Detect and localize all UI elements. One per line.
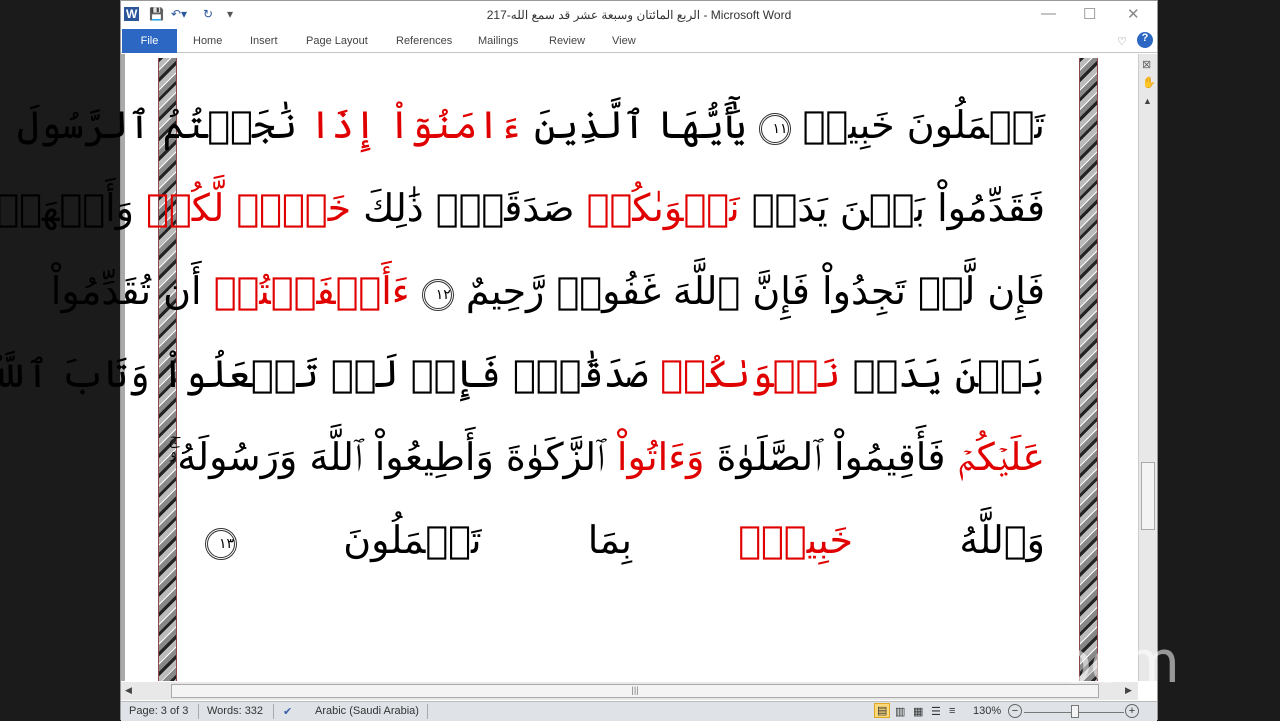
- text-line[interactable]: فَقَدِّمُواْ بَيۡنَ يَدَيۡ نَجۡوَىٰكُمۡ …: [0, 167, 1045, 250]
- highlighted-word: ءَامَنُوٓاْ إِذَا: [309, 103, 522, 147]
- maximize-button[interactable]: ☐: [1083, 5, 1096, 23]
- zoom-level[interactable]: 130%: [973, 705, 1001, 717]
- document-area: تَعۡمَلُونَ خَبِيرٞ ١١ يَٰٓأَيُّهَا ٱلَّ…: [0, 54, 1138, 681]
- verse-number-marker: ١١: [758, 112, 791, 145]
- outline-icon[interactable]: ☰: [931, 705, 941, 718]
- text-line[interactable]: بَيۡنَ يَدَيۡ نَجۡوَىٰكُمۡ صَدَقَٰتٖۚ فَ…: [0, 333, 1045, 416]
- word-window: W 💾 ↶▾ ↻ ▾ الربع المائتان وسبعة عشر قد س…: [0, 0, 1158, 721]
- text-segment: وَٱللَّهُ: [853, 518, 1045, 562]
- text-segment: فَقَدِّمُواْ بَيۡنَ يَدَيۡ: [739, 186, 1045, 230]
- horizontal-scrollbar[interactable]: ◀ ||| ▶: [121, 682, 1138, 700]
- tab-file[interactable]: File: [122, 29, 177, 53]
- text-segment: صَدَقَةٗۚ ذَٰلِكَ: [351, 186, 587, 230]
- tab-home[interactable]: Home: [193, 35, 222, 47]
- zoom-in-button[interactable]: +: [1125, 704, 1139, 718]
- page-count[interactable]: Page: 3 of 3: [129, 705, 188, 717]
- tab-mailings[interactable]: Mailings: [478, 35, 518, 47]
- text-segment: صَدَقَٰتٖۚ فَإِذۡ لَمۡ تَفۡعَلُواْ وَتَا…: [0, 352, 661, 396]
- highlighted-word: نَجۡوَىٰكُمۡ: [660, 352, 841, 396]
- document-text[interactable]: تَعۡمَلُونَ خَبِيرٞ ١١ يَٰٓأَيُّهَا ٱلَّ…: [0, 84, 1045, 582]
- zoom-slider-thumb[interactable]: [1071, 705, 1079, 718]
- text-segment: أَن تُقَدِّمُواْ: [50, 269, 214, 313]
- zoom-watermark-logo: zoom: [1028, 628, 1180, 696]
- tab-page-layout[interactable]: Page Layout: [306, 35, 368, 47]
- proofing-check-icon[interactable]: ✔: [283, 705, 292, 718]
- text-line[interactable]: وَٱللَّهُ خَبِيرُۢ بِمَا تَعۡمَلُونَ ١٣: [205, 499, 1045, 582]
- window-title: الربع المائتان وسبعة عشر قد سمع الله-217…: [486, 8, 792, 22]
- text-segment: بَيۡنَ يَدَيۡ: [840, 352, 1045, 396]
- text-segment: تَعۡمَلُونَ خَبِيرٞ: [790, 103, 1045, 147]
- web-layout-icon[interactable]: ▦: [913, 705, 923, 718]
- highlighted-word: لَّكُمۡ: [146, 186, 225, 230]
- text-segment: فَأَقِيمُواْ ٱلصَّلَوٰةَ: [704, 435, 958, 479]
- language-indicator[interactable]: Arabic (Saudi Arabia): [315, 705, 419, 717]
- text-line[interactable]: تَعۡمَلُونَ خَبِيرٞ ١١ يَٰٓأَيُّهَا ٱلَّ…: [17, 84, 1045, 167]
- highlighted-word: ءَأَشۡفَقۡتُمۡ: [213, 269, 410, 313]
- tab-view[interactable]: View: [612, 35, 636, 47]
- text-segment: بِمَا تَعۡمَلُونَ: [237, 518, 739, 562]
- status-bar: Page: 3 of 3 Words: 332 ✔ Arabic (Saudi …: [121, 701, 1157, 721]
- text-segment: [410, 269, 422, 313]
- text-segment: ٱلزَّكَوٰةَ وَأَطِيعُواْ ٱللَّهَ وَرَسُو…: [167, 435, 617, 479]
- highlighted-word: خَيۡرٞ: [236, 186, 352, 230]
- minimize-button[interactable]: —: [1041, 5, 1056, 22]
- highlighted-word: نَجۡوَىٰكُمۡ: [586, 186, 740, 230]
- help-icon[interactable]: ?: [1137, 32, 1153, 48]
- highlighted-word: خَبِيرُۢ: [738, 518, 854, 562]
- ribbon-tabs: File Home Insert Page Layout References …: [121, 29, 1157, 53]
- text-line[interactable]: عَلَيۡكُمۡ فَأَقِيمُواْ ٱلصَّلَوٰةَ وَءَ…: [168, 416, 1045, 499]
- zoom-out-button[interactable]: −: [1008, 704, 1022, 718]
- scroll-left-arrow[interactable]: ◀: [125, 685, 132, 696]
- draft-icon[interactable]: ≡: [949, 705, 955, 717]
- highlighted-word: وَءَاتُواْ: [616, 435, 705, 479]
- vertical-scroll-thumb[interactable]: [1141, 462, 1155, 530]
- title-bar: W 💾 ↶▾ ↻ ▾ الربع المائتان وسبعة عشر قد س…: [121, 1, 1157, 29]
- scroll-up-arrow[interactable]: ▲: [1143, 96, 1152, 106]
- document-page[interactable]: تَعۡمَلُونَ خَبِيرٞ ١١ يَٰٓأَيُّهَا ٱلَّ…: [0, 54, 1138, 681]
- highlighted-word: عَلَيۡكُمۡ: [957, 435, 1045, 479]
- tab-references[interactable]: References: [396, 35, 452, 47]
- ruler-toggle-icon[interactable]: ⊠: [1142, 58, 1151, 71]
- word-count[interactable]: Words: 332: [207, 705, 263, 717]
- close-button[interactable]: ✕: [1127, 5, 1140, 23]
- verse-number-marker: ١٢: [421, 278, 454, 311]
- tab-insert[interactable]: Insert: [250, 35, 278, 47]
- print-layout-icon[interactable]: ▤: [874, 703, 891, 718]
- text-segment: نَٰجَيۡتُمُ ٱلرَّسُولَ: [16, 103, 310, 147]
- tab-review[interactable]: Review: [549, 35, 585, 47]
- text-segment: يَٰٓأَيُّهَا ٱلَّذِينَ: [521, 103, 759, 147]
- text-segment: فَإِن لَّمۡ تَجِدُواْ فَإِنَّ ٱللَّهَ غَ…: [453, 269, 1045, 313]
- text-line[interactable]: فَإِن لَّمۡ تَجِدُواْ فَإِنَّ ٱللَّهَ غَ…: [51, 250, 1045, 333]
- ribbon-collapse-icon[interactable]: ♡: [1117, 35, 1127, 48]
- text-segment: وَأَطۡهَرُۚ: [0, 186, 135, 230]
- pan-hand-icon[interactable]: ✋: [1142, 76, 1156, 89]
- verse-number-marker: ١٣: [205, 527, 237, 560]
- page-border-right: [1079, 58, 1098, 681]
- vertical-scrollbar[interactable]: ⊠ ✋ ▲: [1138, 54, 1157, 681]
- full-screen-reading-icon[interactable]: ▥: [895, 705, 905, 718]
- horizontal-scroll-thumb[interactable]: |||: [171, 684, 1099, 698]
- text-segment: [224, 186, 236, 230]
